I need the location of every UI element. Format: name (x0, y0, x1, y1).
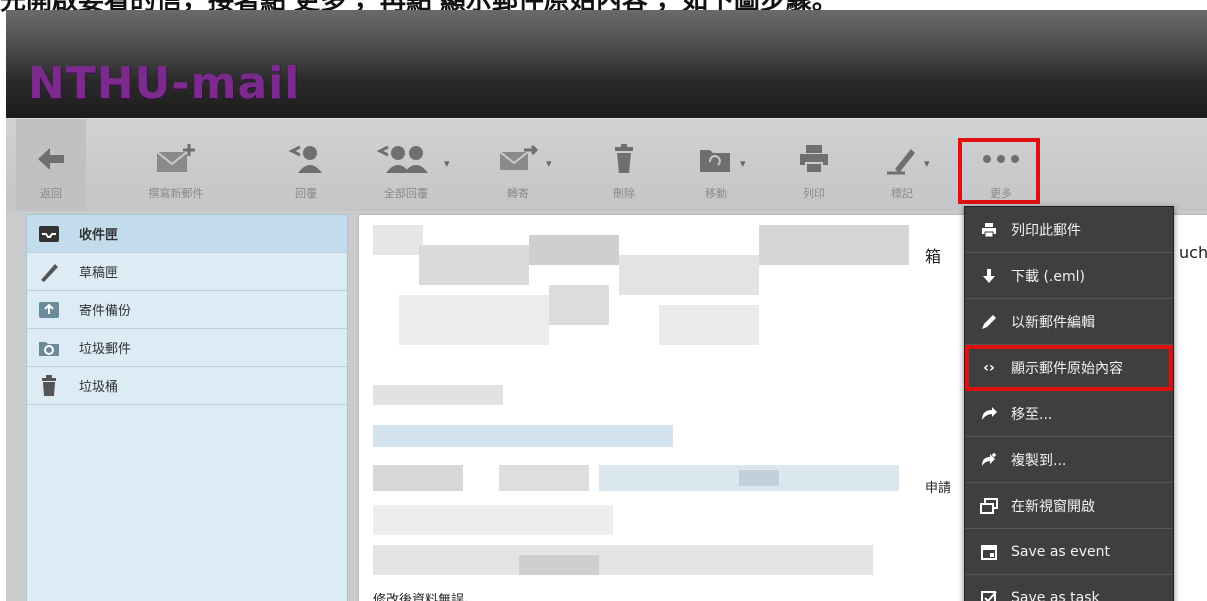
blurred-region (373, 465, 463, 491)
menu-item-move-to[interactable]: 移至... (965, 391, 1173, 437)
menu-item-download[interactable]: 下載 (.eml) (965, 253, 1173, 299)
app-logo: NTHU-mail (28, 58, 301, 109)
new-window-icon (979, 497, 999, 514)
trash-icon (37, 374, 61, 396)
content-text-fragment: uch (1179, 243, 1207, 262)
move-button[interactable]: ▾ 移動 (682, 119, 750, 211)
blurred-region (373, 385, 503, 405)
forward-mail-icon (499, 144, 538, 170)
forward-button[interactable]: ▾ 轉寄 (488, 119, 552, 211)
task-icon (979, 590, 999, 601)
more-highlight-box (958, 138, 1040, 204)
blurred-region (399, 295, 549, 345)
menu-item-edit-as-new[interactable]: 以新郵件編輯 (965, 299, 1173, 345)
blurred-region (419, 245, 529, 285)
folder-sidebar: 收件匣 草稿匣 寄件備份 垃圾郵件 垃圾桶 (26, 214, 348, 601)
sidebar-item-trash[interactable]: 垃圾桶 (27, 367, 347, 405)
blurred-region (499, 465, 589, 491)
menu-item-label: 在新視窗開啟 (1011, 498, 1095, 515)
menu-item-show-source[interactable]: ‹› 顯示郵件原始內容 (965, 345, 1173, 391)
mark-dropdown-icon[interactable]: ▾ (924, 157, 930, 170)
mark-button[interactable]: ▾ 標記 (872, 119, 932, 211)
reply-label: 回覆 (295, 187, 317, 200)
flag-pen-icon (887, 149, 915, 175)
menu-item-print[interactable]: 列印此郵件 (965, 207, 1173, 253)
reply-all-icon (376, 145, 428, 173)
blurred-region (759, 225, 909, 265)
back-button[interactable]: 返回 (16, 119, 86, 211)
blurred-region (373, 425, 673, 447)
sidebar-item-label: 垃圾郵件 (79, 342, 132, 357)
menu-item-copy-to[interactable]: 複製到... (965, 437, 1173, 483)
calendar-icon (979, 544, 999, 560)
move-label: 移動 (705, 187, 727, 200)
code-icon: ‹› (983, 359, 995, 376)
forward-label: 轉寄 (507, 187, 529, 200)
blurred-region (739, 470, 779, 486)
back-label: 返回 (40, 187, 62, 200)
pencil-icon (37, 262, 61, 282)
menu-item-save-as-task[interactable]: Save as task (965, 575, 1173, 601)
sidebar-item-drafts[interactable]: 草稿匣 (27, 253, 347, 291)
sidebar-item-junk[interactable]: 垃圾郵件 (27, 329, 347, 367)
sidebar-item-label: 草稿匣 (79, 266, 119, 281)
delete-button[interactable]: 刪除 (596, 119, 652, 211)
sidebar-item-label: 垃圾桶 (79, 380, 119, 395)
menu-item-label: Save as task (1011, 590, 1100, 601)
print-button[interactable]: 列印 (786, 119, 842, 211)
menu-item-label: 顯示郵件原始內容 (1011, 360, 1123, 377)
menu-item-label: 複製到... (1011, 452, 1067, 469)
blurred-region (373, 545, 873, 575)
forward-dropdown-icon[interactable]: ▾ (546, 157, 552, 170)
reply-icon (288, 145, 322, 173)
back-arrow-icon (38, 148, 64, 170)
menu-item-label: 以新郵件編輯 (1011, 314, 1095, 331)
sidebar-item-inbox[interactable]: 收件匣 (27, 215, 347, 253)
sent-icon (37, 300, 61, 320)
sidebar-item-sent[interactable]: 寄件備份 (27, 291, 347, 329)
inbox-icon (37, 224, 61, 244)
printer-icon (800, 145, 828, 174)
download-icon (979, 268, 999, 284)
trash-icon (615, 144, 633, 173)
compose-button[interactable]: 撰寫新郵件 (126, 119, 226, 211)
reply-all-label: 全部回覆 (384, 187, 428, 200)
blurred-region (549, 285, 609, 325)
sidebar-item-label: 寄件備份 (79, 304, 132, 319)
reply-all-button[interactable]: ▾ 全部回覆 (358, 119, 454, 211)
blurred-region (373, 225, 423, 255)
blurred-region (519, 555, 599, 575)
reply-all-dropdown-icon[interactable]: ▾ (444, 157, 450, 170)
app-header: NTHU-mail (6, 10, 1207, 118)
mark-label: 標記 (891, 187, 913, 200)
menu-item-label: 列印此郵件 (1011, 222, 1081, 239)
menu-item-label: 移至... (1011, 406, 1053, 423)
menu-item-label: Save as event (1011, 543, 1111, 560)
pencil-icon (979, 314, 999, 330)
blurred-region (529, 235, 619, 265)
content-text-fragment: 申請 (925, 481, 952, 496)
move-icon (979, 406, 999, 422)
blurred-region (619, 255, 759, 295)
message-body-text: 修改後資料無誤。 (373, 593, 478, 601)
blurred-region (373, 505, 613, 535)
blurred-region (659, 305, 759, 345)
move-dropdown-icon[interactable]: ▾ (740, 157, 746, 170)
delete-label: 刪除 (613, 187, 635, 200)
print-label: 列印 (803, 187, 825, 200)
menu-item-open-new-window[interactable]: 在新視窗開啟 (965, 483, 1173, 529)
content-text-fragment: 箱 (925, 247, 942, 266)
compose-mail-icon (156, 144, 195, 172)
copy-icon (979, 452, 999, 468)
sidebar-item-label: 收件匣 (79, 228, 119, 243)
compose-label: 撰寫新郵件 (148, 187, 204, 200)
menu-item-label: 下載 (.eml) (1011, 268, 1085, 285)
printer-icon (979, 222, 999, 238)
more-dropdown-menu: 列印此郵件 下載 (.eml) 以新郵件編輯 ‹› 顯示郵件原始內容 移至...… (964, 206, 1174, 601)
webmail-window: NTHU-mail 返回 撰寫新郵件 回覆 ▾ 全部回覆 ▾ 轉寄 刪除 ▾ 移… (6, 10, 1207, 601)
junk-icon (37, 338, 61, 358)
reply-button[interactable]: 回覆 (278, 119, 334, 211)
menu-item-save-as-event[interactable]: Save as event (965, 529, 1173, 575)
move-folder-icon (700, 150, 730, 172)
